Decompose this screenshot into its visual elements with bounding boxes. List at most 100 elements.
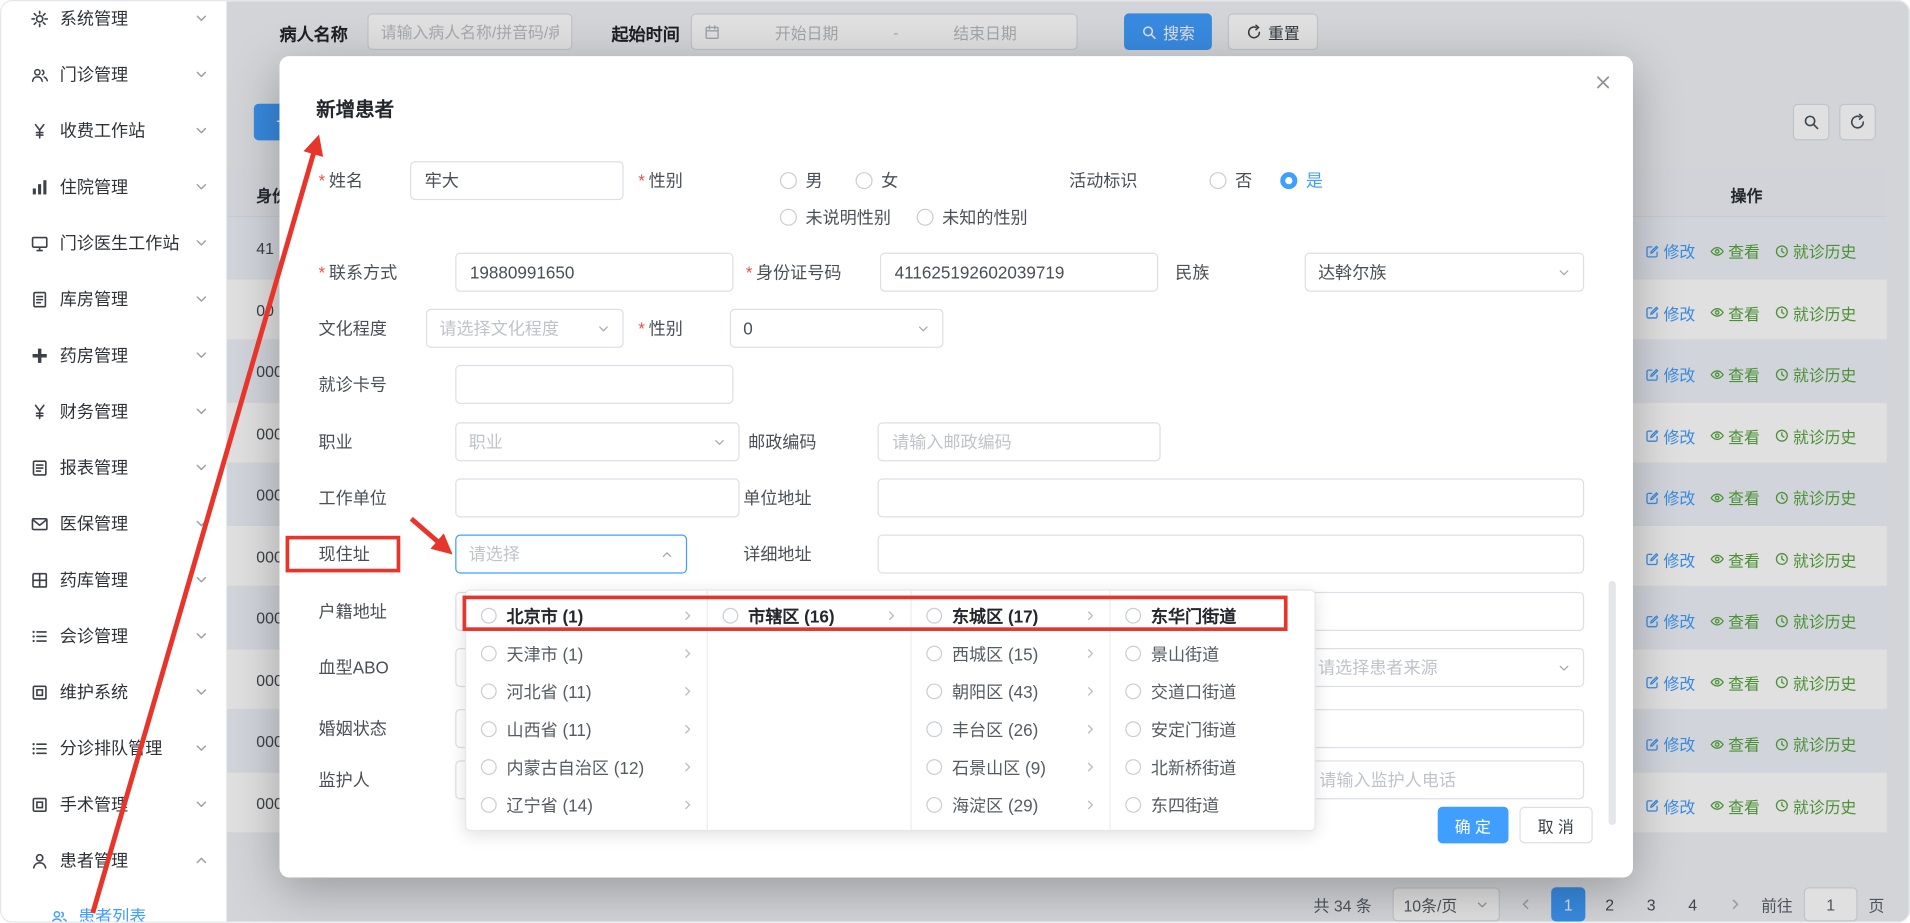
history-link[interactable]: 就诊历史	[1775, 424, 1857, 447]
edit-link[interactable]: 修改	[1645, 547, 1695, 570]
table-refresh-button[interactable]	[1839, 104, 1876, 141]
cascader-province-option[interactable]: 天津市 (1)	[466, 635, 706, 673]
edit-link[interactable]: 修改	[1645, 239, 1695, 262]
cascader-street-option[interactable]: 北新桥街道	[1111, 748, 1315, 786]
detail-address-input[interactable]	[878, 535, 1585, 574]
radio-icon[interactable]	[1125, 646, 1141, 662]
cascader-street-option[interactable]: 东华门街道	[1111, 597, 1315, 635]
cascader-district-option[interactable]: 丰台区 (26)	[912, 710, 1110, 748]
modal-scrollbar[interactable]	[1609, 581, 1616, 825]
sidebar-item[interactable]: 报表管理	[1, 439, 226, 495]
cascader-province-option[interactable]: 河北省 (11)	[466, 672, 706, 710]
radio-icon[interactable]	[926, 608, 942, 624]
edit-link[interactable]: 修改	[1645, 301, 1695, 324]
page-size-select[interactable]: 10条/页	[1392, 887, 1499, 921]
page-number-button[interactable]: 2	[1593, 887, 1627, 921]
close-icon[interactable]	[1594, 73, 1612, 91]
radio-icon[interactable]	[926, 646, 942, 662]
sidebar-item[interactable]: 手术管理	[1, 776, 226, 832]
table-search-button[interactable]	[1793, 104, 1830, 141]
guardian-phone-input[interactable]	[1305, 760, 1584, 799]
work-unit-input[interactable]	[455, 478, 739, 517]
sidebar-item[interactable]: 分诊排队管理	[1, 720, 226, 776]
sidebar-item[interactable]: 药库管理	[1, 552, 226, 608]
sidebar-item[interactable]: 患者管理	[1, 832, 226, 888]
ethnicity-select[interactable]: 达斡尔族	[1305, 253, 1584, 292]
edit-link[interactable]: 修改	[1645, 424, 1695, 447]
page-number-button[interactable]: 1	[1551, 887, 1585, 921]
sidebar-item[interactable]: 库房管理	[1, 271, 226, 327]
history-link[interactable]: 就诊历史	[1775, 486, 1857, 509]
gender-unspecified-radio[interactable]: 未说明性别	[780, 205, 891, 229]
radio-icon[interactable]	[926, 759, 942, 775]
cascader-province-option[interactable]: 辽宁省 (14)	[466, 786, 706, 824]
radio-icon[interactable]	[926, 721, 942, 737]
cascader-street-option[interactable]: 安定门街道	[1111, 710, 1315, 748]
contact-input[interactable]	[455, 253, 733, 292]
cascader-city-option[interactable]: 市辖区 (16)	[708, 597, 911, 635]
gender2-select[interactable]: 0	[730, 309, 944, 348]
edit-link[interactable]: 修改	[1645, 362, 1695, 385]
cascader-district-option[interactable]: 朝阳区 (43)	[912, 672, 1110, 710]
cancel-button[interactable]: 取 消	[1519, 807, 1592, 844]
history-link[interactable]: 就诊历史	[1775, 732, 1857, 755]
sidebar-item-patient-list[interactable]: 患者列表	[1, 888, 226, 922]
edit-link[interactable]: 修改	[1645, 732, 1695, 755]
cascader-district-option[interactable]: 石景山区 (9)	[912, 748, 1110, 786]
history-link[interactable]: 就诊历史	[1775, 301, 1857, 324]
sidebar-item[interactable]: 门诊管理	[1, 46, 226, 102]
history-link[interactable]: 就诊历史	[1775, 239, 1857, 262]
patient-source-select[interactable]: 请选择患者来源	[1305, 648, 1584, 687]
radio-icon[interactable]	[926, 797, 942, 813]
view-link[interactable]: 查看	[1710, 424, 1760, 447]
radio-icon[interactable]	[481, 797, 497, 813]
search-button[interactable]: 搜索	[1124, 13, 1212, 50]
edit-link[interactable]: 修改	[1645, 671, 1695, 694]
cascader-street-option[interactable]: 交道口街道	[1111, 672, 1315, 710]
radio-icon[interactable]	[481, 721, 497, 737]
history-link[interactable]: 就诊历史	[1775, 609, 1857, 632]
card-no-input[interactable]	[455, 365, 733, 404]
edit-link[interactable]: 修改	[1645, 486, 1695, 509]
radio-icon[interactable]	[1125, 608, 1141, 624]
view-link[interactable]: 查看	[1710, 486, 1760, 509]
history-link[interactable]: 就诊历史	[1775, 547, 1857, 570]
cascader-province-option[interactable]: 北京市 (1)	[466, 597, 706, 635]
sidebar-item[interactable]: 药房管理	[1, 327, 226, 383]
view-link[interactable]: 查看	[1710, 794, 1760, 817]
postal-input[interactable]	[878, 422, 1161, 461]
cascader-street-option[interactable]: 东四街道	[1111, 786, 1315, 824]
sidebar-item[interactable]: 门诊医生工作站	[1, 215, 226, 271]
id-number-input[interactable]	[880, 253, 1158, 292]
sidebar-item[interactable]: 会诊管理	[1, 608, 226, 664]
next-page-button[interactable]	[1721, 887, 1750, 921]
active-flag-yes-radio[interactable]: 是	[1280, 168, 1323, 192]
view-link[interactable]: 查看	[1710, 609, 1760, 632]
date-range-picker[interactable]: 开始日期 - 结束日期	[691, 13, 1078, 50]
edit-link[interactable]: 修改	[1645, 794, 1695, 817]
radio-icon[interactable]	[481, 646, 497, 662]
cascader-district-option[interactable]: 海淀区 (29)	[912, 786, 1110, 824]
view-link[interactable]: 查看	[1710, 671, 1760, 694]
sidebar-item[interactable]: 系统管理	[1, 0, 226, 46]
history-link[interactable]: 就诊历史	[1775, 362, 1857, 385]
view-link[interactable]: 查看	[1710, 732, 1760, 755]
sidebar-item[interactable]: 财务管理	[1, 383, 226, 439]
page-number-button[interactable]: 3	[1634, 887, 1668, 921]
radio-icon[interactable]	[1125, 797, 1141, 813]
radio-icon[interactable]	[723, 608, 739, 624]
radio-icon[interactable]	[481, 608, 497, 624]
radio-icon[interactable]	[481, 683, 497, 699]
view-link[interactable]: 查看	[1710, 547, 1760, 570]
sidebar-item[interactable]: 医保管理	[1, 496, 226, 552]
cascader-district-option[interactable]: 西城区 (15)	[912, 635, 1110, 673]
view-link[interactable]: 查看	[1710, 239, 1760, 262]
gender-female-radio[interactable]: 女	[856, 168, 899, 192]
active-flag-no-radio[interactable]: 否	[1209, 168, 1252, 192]
sidebar-item[interactable]: 住院管理	[1, 159, 226, 215]
current-address-select[interactable]: 请选择	[455, 535, 687, 574]
start-date-placeholder[interactable]: 开始日期	[727, 20, 885, 43]
patient-name-input[interactable]	[367, 13, 572, 50]
name-input[interactable]	[410, 161, 624, 200]
history-link[interactable]: 就诊历史	[1775, 671, 1857, 694]
